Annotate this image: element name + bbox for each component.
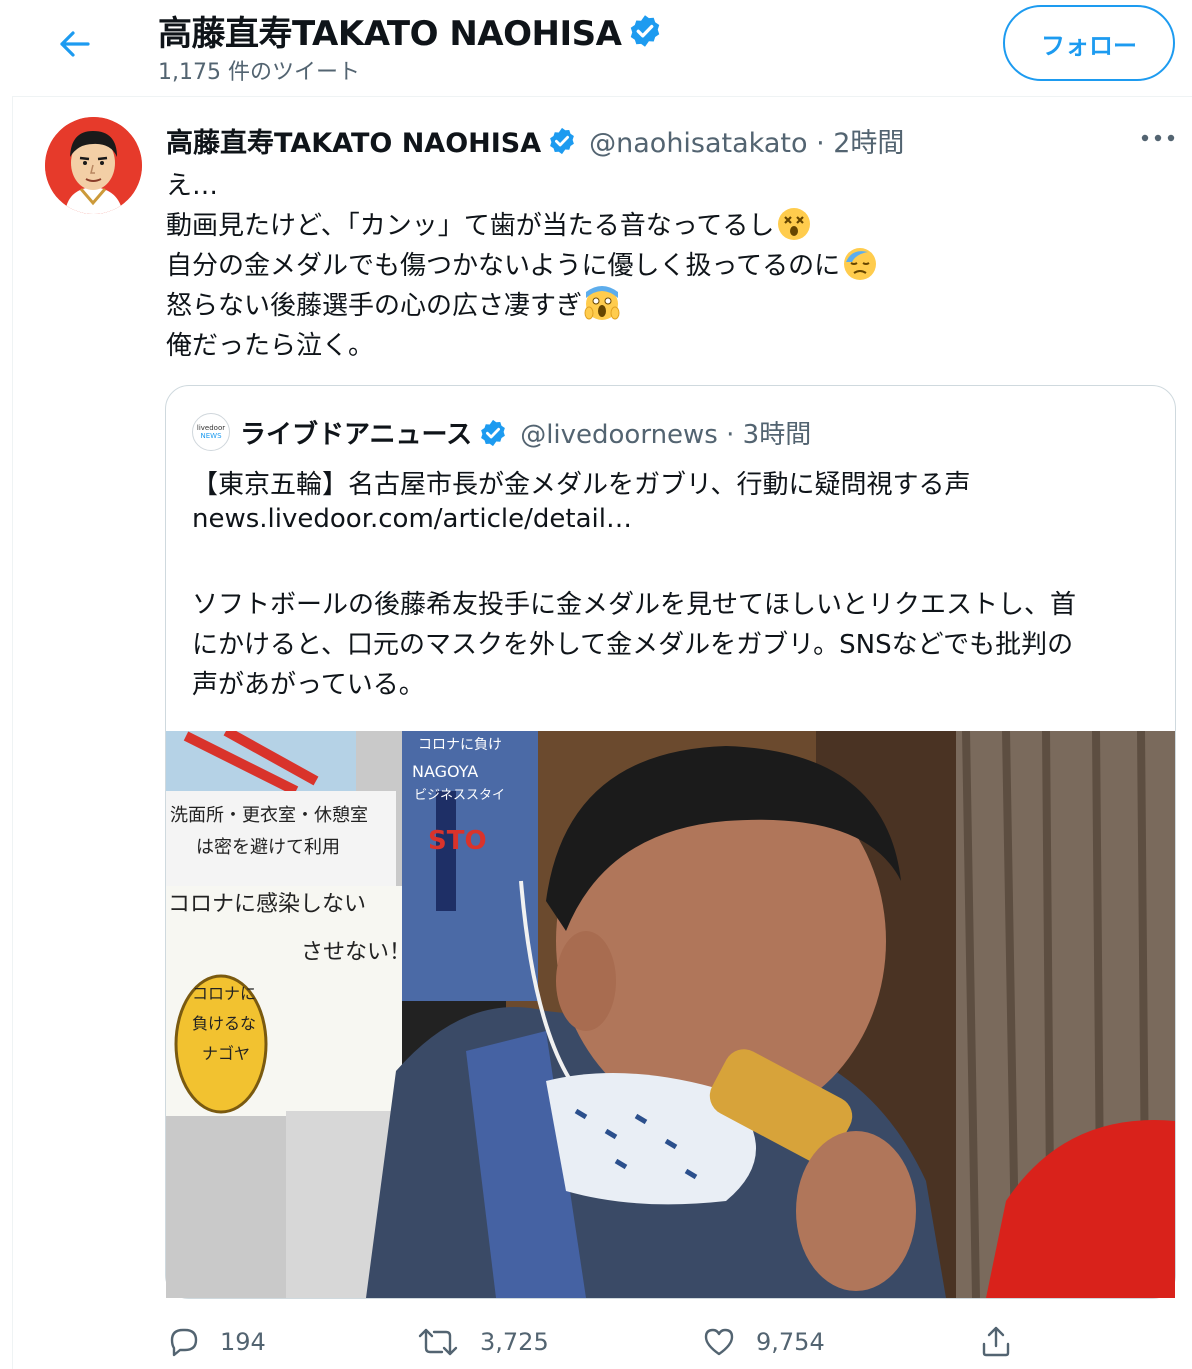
- retweet-icon: [418, 1328, 458, 1356]
- reply-bubble-icon: [170, 1328, 198, 1357]
- retweet-button[interactable]: 3,725: [416, 1326, 549, 1358]
- profile-title: 高藤直寿TAKATO NAOHISA: [158, 6, 663, 55]
- poster-text: は密を避けて利用: [196, 837, 340, 858]
- column-divider: [12, 96, 13, 1369]
- scream-emoji-icon: [584, 285, 620, 320]
- retweet-count: 3,725: [480, 1328, 549, 1356]
- tweet-line-text: 動画見たけど、「カンッ」て歯が当たる音なってるし: [166, 211, 775, 241]
- follow-button[interactable]: フォロー: [1003, 5, 1175, 81]
- tweet-action-bar: 194 3,725 9,754: [0, 1318, 1192, 1369]
- profile-name: 高藤直寿TAKATO NAOHISA: [158, 14, 622, 54]
- caricature-face-image: [45, 117, 142, 214]
- author-name[interactable]: 高藤直寿TAKATO NAOHISA: [166, 121, 541, 160]
- tweet-line: 俺だったら泣く。: [166, 325, 374, 362]
- dizzy-face-emoji-icon: [778, 207, 811, 240]
- more-options-button[interactable]: [1138, 124, 1178, 152]
- reply-count: 194: [220, 1328, 266, 1356]
- mascot-text: コロナに: [192, 984, 256, 1003]
- profile-header: 高藤直寿TAKATO NAOHISA 1,175 件のツイート フォロー: [0, 0, 1192, 96]
- quoted-summary-line: にかけると、口元のマスクを外して金メダルをガブリ。SNSなどでも批判の: [192, 630, 1074, 660]
- quoted-link[interactable]: news.livedoor.com/article/detail…: [192, 504, 632, 534]
- like-count: 9,754: [756, 1328, 825, 1356]
- share-button[interactable]: [980, 1324, 1032, 1358]
- tweet-line-text: 怒らない後藤選手の心の広さ凄すぎ: [166, 291, 583, 321]
- poster-text: コロナに感染しない: [168, 892, 366, 917]
- author-avatar[interactable]: [45, 117, 142, 214]
- tweet-line-text: 自分の金メダルでも傷つかないように優しく扱ってるのに: [166, 251, 841, 281]
- header-divider: [12, 96, 1192, 97]
- poster-text: させない！: [301, 940, 411, 965]
- mascot-text: 負けるな: [192, 1014, 256, 1033]
- share-icon: [982, 1326, 1010, 1357]
- like-button[interactable]: 9,754: [702, 1326, 825, 1358]
- quoted-author-name[interactable]: ライブドアニュース: [240, 414, 472, 451]
- tweet-line: 怒らない後藤選手の心の広さ凄すぎ: [166, 285, 620, 322]
- livedoor-logo-text: livedoor: [196, 424, 226, 432]
- news-logo-text: NEWS: [200, 432, 222, 440]
- tweet-line-text: 俺だったら泣く。: [166, 331, 375, 361]
- poster-text: コロナに負け: [418, 737, 502, 753]
- quoted-headline: 【東京五輪】名古屋市長が金メダルをガブリ、行動に疑問視する声: [192, 470, 971, 500]
- more-dots-icon: [1141, 134, 1175, 142]
- tweet-line-text: え…: [166, 171, 219, 201]
- news-photo[interactable]: 洗面所・更衣室・休憩室 は密を避けて利用 コロナに感染しない させない！ コロナ…: [166, 731, 1175, 1298]
- tweet-line: 自分の金メダルでも傷つかないように優しく扱ってるのに: [166, 245, 878, 282]
- heart-icon: [704, 1328, 734, 1356]
- quoted-author-line: ライブドアニュース @livedoornews · 3時間: [240, 414, 811, 451]
- quoted-summary-line: 声があがっている。: [192, 670, 425, 700]
- verified-badge-icon: [481, 419, 506, 446]
- tweet-line: え…: [166, 165, 218, 202]
- reply-button[interactable]: 194: [166, 1326, 266, 1358]
- quoted-author-avatar[interactable]: livedoor NEWS: [192, 413, 230, 451]
- quoted-summary-line: ソフトボールの後藤希友投手に金メダルを見せてほしいとリクエストし、首: [192, 590, 1077, 620]
- tweet-count: 1,175 件のツイート: [158, 60, 360, 85]
- poster-text: NAGOYA: [412, 762, 478, 781]
- tweet-line: 動画見たけど、「カンッ」て歯が当たる音なってるし: [166, 205, 812, 242]
- author-handle-time[interactable]: @naohisatakato · 2時間: [589, 121, 904, 160]
- mascot-text: ナゴヤ: [202, 1044, 250, 1063]
- verified-badge-icon: [550, 127, 575, 154]
- downcast-sweat-emoji-icon: [844, 247, 877, 280]
- tweet-author-line: 高藤直寿TAKATO NAOHISA @naohisatakato · 2時間: [166, 121, 904, 160]
- verified-badge-icon: [631, 14, 660, 47]
- poster-text: 洗面所・更衣室・休憩室: [170, 805, 368, 826]
- back-button[interactable]: [50, 26, 98, 62]
- arrow-left-icon: [60, 31, 90, 57]
- poster-text: ビジネススタイ: [414, 788, 505, 803]
- poster-text: STO: [428, 826, 487, 856]
- quoted-handle-time: @livedoornews · 3時間: [520, 420, 812, 450]
